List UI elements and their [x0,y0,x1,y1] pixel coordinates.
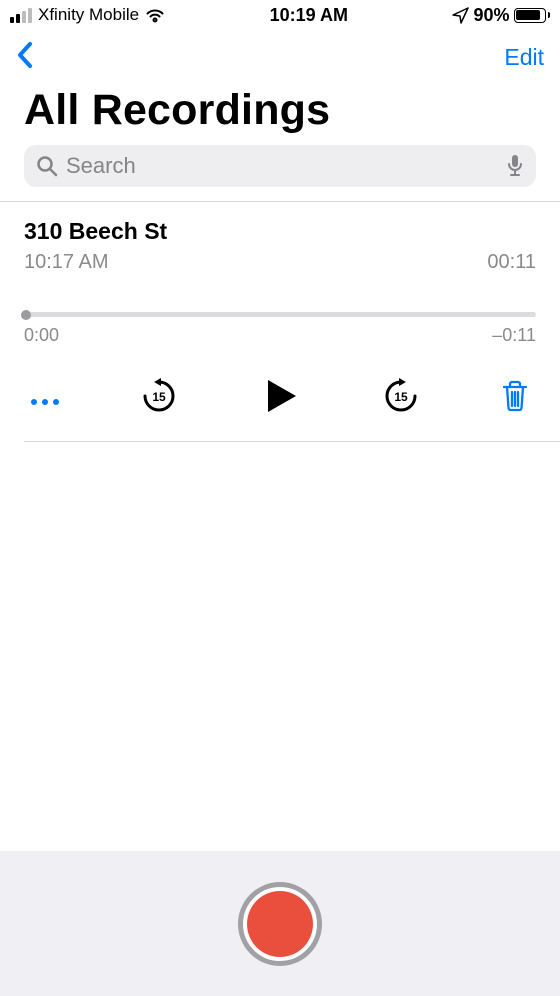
record-bar [0,851,560,996]
microphone-icon[interactable] [506,154,524,178]
trash-icon [500,379,530,413]
recording-item[interactable]: 310 Beech St 10:17 AM 00:11 [0,202,560,286]
status-left: Xfinity Mobile [10,5,165,25]
playback-controls: 15 15 [0,352,560,441]
recording-meta: 10:17 AM 00:11 [24,251,536,274]
search-wrap: Search [0,145,560,201]
skip-back-15-button[interactable]: 15 [139,376,179,421]
location-icon [452,7,469,24]
carrier-label: Xfinity Mobile [38,5,139,25]
remaining-time: –0:11 [492,325,536,346]
edit-button[interactable]: Edit [504,44,544,71]
scrubber[interactable]: 0:00 –0:11 [0,286,560,352]
search-icon [36,155,58,177]
back-button[interactable] [16,41,34,74]
skip-back-15-icon: 15 [139,376,179,416]
play-icon [258,374,302,418]
recording-duration: 00:11 [487,251,536,274]
page-title: All Recordings [0,80,560,145]
play-button[interactable] [258,374,302,423]
search-placeholder: Search [66,153,498,179]
delete-button[interactable] [500,379,530,418]
svg-text:15: 15 [394,390,408,404]
nav-bar: Edit [0,30,560,80]
wifi-icon [145,8,165,23]
search-input[interactable]: Search [24,145,536,187]
more-options-button[interactable] [30,383,60,415]
record-icon [247,891,313,957]
clock: 10:19 AM [165,5,452,26]
chevron-left-icon [16,41,34,69]
battery-icon [514,8,551,23]
cellular-signal-icon [10,8,32,23]
divider [24,441,560,442]
elapsed-time: 0:00 [24,325,59,346]
scrubber-times: 0:00 –0:11 [24,325,536,346]
recording-time: 10:17 AM [24,251,109,274]
ellipsis-icon [30,396,60,408]
svg-text:15: 15 [152,390,166,404]
scrubber-handle[interactable] [21,310,31,320]
status-right: 90% [452,5,550,26]
scrubber-track[interactable] [24,312,536,317]
skip-forward-15-icon: 15 [381,376,421,416]
skip-forward-15-button[interactable]: 15 [381,376,421,421]
record-button[interactable] [238,882,322,966]
battery-percentage: 90% [473,5,509,26]
recording-title: 310 Beech St [24,218,536,245]
status-bar: Xfinity Mobile 10:19 AM 90% [0,0,560,30]
